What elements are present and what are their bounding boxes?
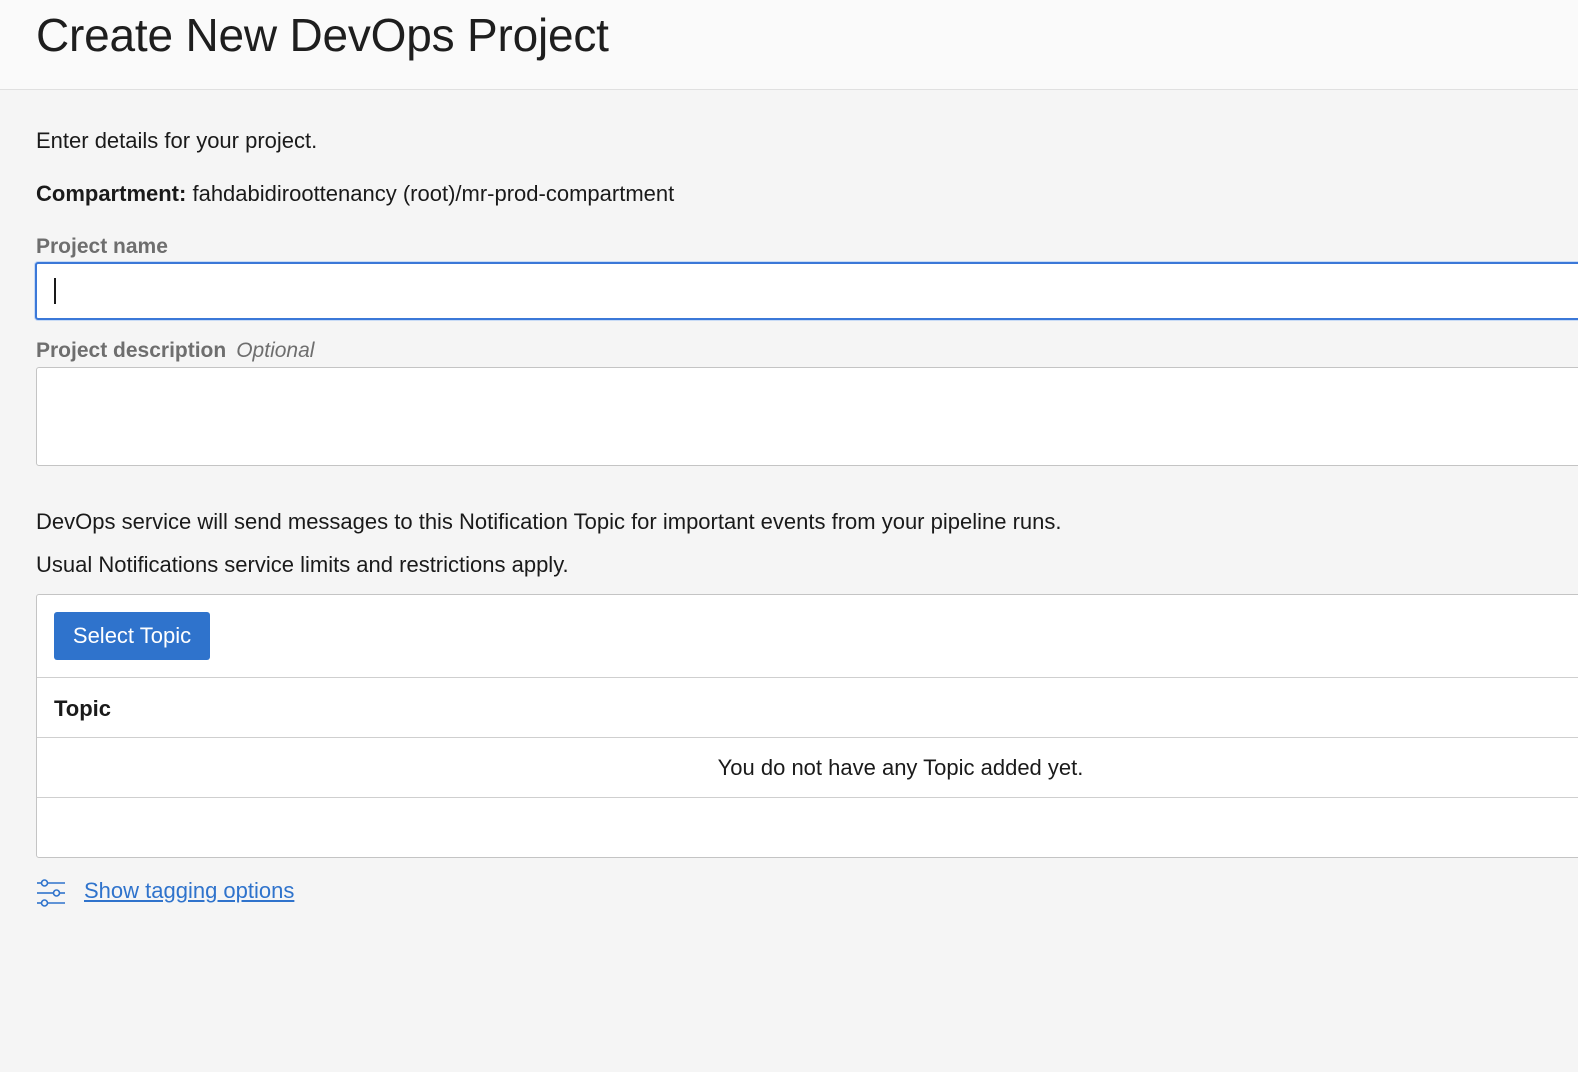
compartment-value: fahdabidiroottenancy (root)/mr-prod-comp…: [192, 181, 675, 206]
intro-text: Enter details for your project.: [36, 128, 318, 153]
select-topic-button[interactable]: Select Topic: [54, 612, 210, 660]
topic-table-panel: Select Topic Topic You do not have any T…: [36, 594, 1578, 858]
table-divider: [37, 737, 1578, 738]
project-description-textarea[interactable]: [36, 367, 1578, 466]
table-divider: [37, 677, 1578, 678]
page-header: Create New DevOps Project: [0, 0, 1578, 90]
table-divider: [37, 797, 1578, 798]
text-caret: [54, 278, 56, 304]
empty-table-message: You do not have any Topic added yet.: [717, 755, 1084, 780]
notification-info-text: DevOps service will send messages to thi…: [36, 509, 1062, 534]
compartment-label: Compartment:: [36, 181, 187, 206]
project-description-label: Project description: [36, 339, 227, 362]
notification-limits-text: Usual Notifications service limits and r…: [36, 552, 569, 577]
compartment-info: Compartment: fahdabidiroottenancy (root)…: [36, 180, 674, 208]
sliders-icon[interactable]: [36, 878, 66, 908]
project-name-label: Project name: [36, 235, 168, 258]
optional-hint: Optional: [236, 339, 315, 362]
show-tagging-options-link[interactable]: Show tagging options: [84, 877, 294, 905]
topic-column-header: Topic: [54, 696, 112, 721]
project-description-label-row: Project description Optional: [36, 338, 314, 364]
page-title: Create New DevOps Project: [36, 9, 609, 61]
project-name-input[interactable]: [35, 262, 1578, 320]
